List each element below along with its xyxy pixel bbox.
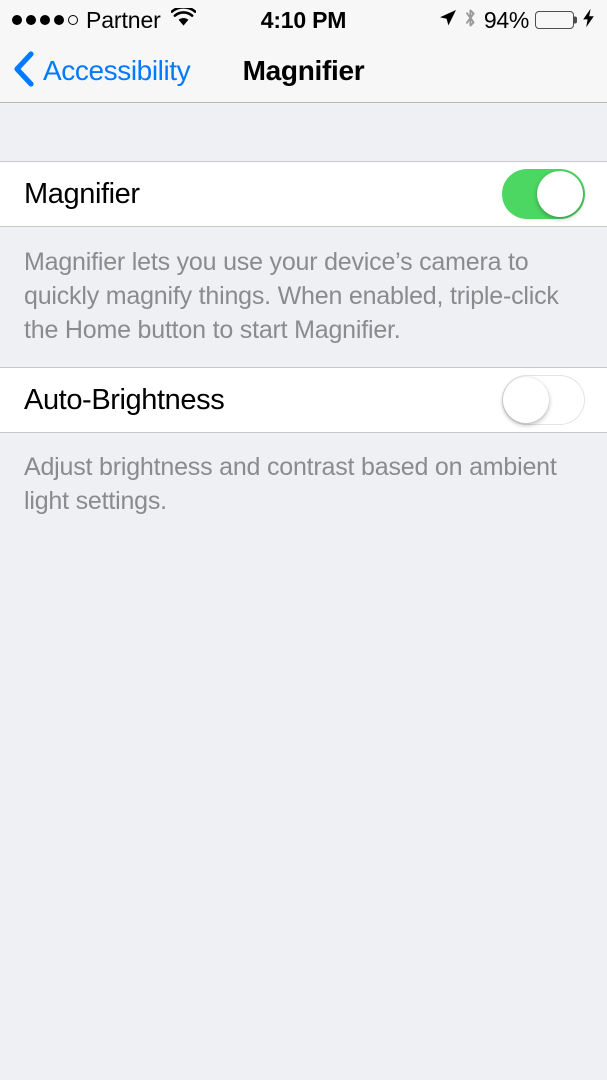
magnifier-label: Magnifier <box>24 177 140 210</box>
signal-dot-filled <box>54 15 64 25</box>
magnifier-footer-text: Magnifier lets you use your device’s cam… <box>24 248 559 344</box>
battery-icon <box>535 11 577 29</box>
cellular-signal-dots-icon <box>12 15 78 25</box>
status-bar-left: Partner <box>12 6 197 33</box>
switch-knob <box>537 171 583 217</box>
carrier-name: Partner <box>86 6 161 33</box>
back-button[interactable]: Accessibility <box>0 50 191 92</box>
wifi-icon <box>170 6 197 32</box>
status-bar: Partner 4:10 PM 94% <box>0 0 607 40</box>
battery-percentage: 94% <box>483 6 529 33</box>
switch-knob <box>503 377 549 423</box>
settings-table: Magnifier Magnifier lets you use your de… <box>0 103 607 538</box>
back-button-label: Accessibility <box>43 55 191 86</box>
section-top-spacer <box>0 103 607 161</box>
signal-dot-filled <box>12 15 22 25</box>
auto-brightness-row[interactable]: Auto-Brightness <box>0 367 607 433</box>
magnifier-switch[interactable] <box>502 169 585 219</box>
magnifier-row[interactable]: Magnifier <box>0 161 607 227</box>
chevron-left-icon <box>12 50 36 92</box>
signal-dot-empty <box>68 15 78 25</box>
status-bar-right: 94% <box>438 7 595 34</box>
lightning-bolt-icon <box>582 8 595 33</box>
auto-brightness-label: Auto-Brightness <box>24 383 225 416</box>
bluetooth-icon <box>464 8 477 33</box>
location-arrow-icon <box>438 8 457 32</box>
navigation-bar: Accessibility Magnifier <box>0 40 607 103</box>
auto-brightness-footer-text: Adjust brightness and contrast based on … <box>24 453 557 515</box>
signal-dot-filled <box>40 15 50 25</box>
clock: 4:10 PM <box>260 6 347 33</box>
signal-dot-filled <box>26 15 36 25</box>
auto-brightness-switch[interactable] <box>502 375 585 425</box>
